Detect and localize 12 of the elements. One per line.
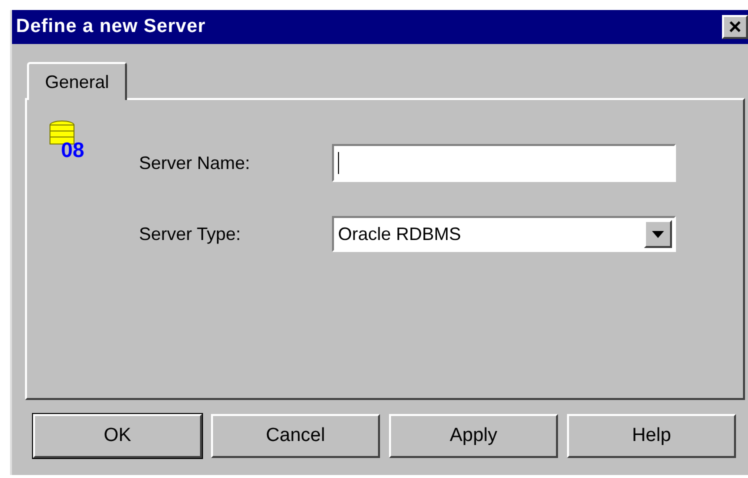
dialog-button[interactable]: Help — [567, 414, 736, 458]
version-label: 08 — [61, 140, 84, 161]
window-title: Define a new Server — [16, 14, 206, 39]
dialog-button[interactable]: Cancel — [211, 414, 380, 458]
field-label: Server Type: — [139, 222, 242, 246]
dropdown-field[interactable]: Oracle RDBMS — [332, 216, 676, 252]
field-label: Server Name: — [139, 152, 252, 174]
dialog-button[interactable]: OK — [33, 414, 202, 458]
input-field[interactable] — [332, 144, 676, 182]
close-button[interactable]: × — [722, 15, 748, 39]
dialog-button[interactable]: Apply — [389, 414, 558, 458]
tab[interactable]: General — [27, 62, 127, 100]
